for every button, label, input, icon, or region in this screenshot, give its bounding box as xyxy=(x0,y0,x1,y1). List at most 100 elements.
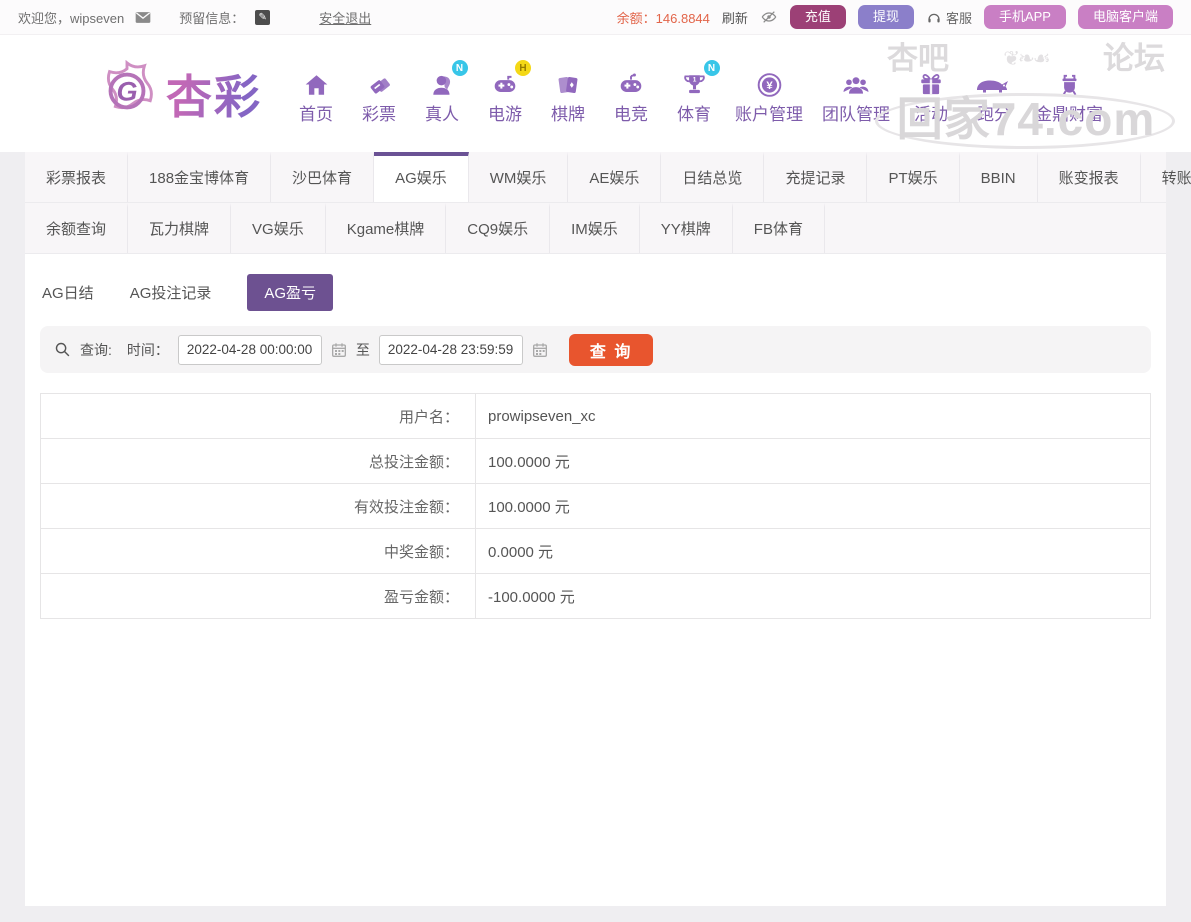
nav-item-彩票[interactable]: 彩票 xyxy=(357,62,401,125)
logo-text: 杏彩 xyxy=(166,61,262,127)
reserved-info-label: 预留信息： xyxy=(179,8,244,27)
nav-item-label: 电游 xyxy=(488,100,522,125)
end-time-input[interactable] xyxy=(379,335,523,365)
envelope-icon[interactable] xyxy=(135,11,151,24)
content-card: 彩票报表188金宝博体育沙巴体育AG娱乐WM娱乐AE娱乐日结总览充提记录PT娱乐… xyxy=(25,152,1166,906)
query-bar: 查询: 时间： 至 查 询 xyxy=(40,326,1151,373)
tab-PT娱乐[interactable]: PT娱乐 xyxy=(867,152,959,202)
tab-AE娱乐[interactable]: AE娱乐 xyxy=(568,152,661,202)
time-label: 时间： xyxy=(127,340,169,360)
nav-item-体育[interactable]: 1 N 体育 xyxy=(672,62,716,125)
nav-item-label: 棋牌 xyxy=(551,100,585,125)
nav-item-label: 首页 xyxy=(299,100,333,125)
table-row: 盈亏金额： -100.0000 元 xyxy=(41,574,1150,619)
table-row: 中奖金额： 0.0000 元 xyxy=(41,529,1150,574)
rhino-icon xyxy=(974,62,1014,98)
logout-link[interactable]: 安全退出 xyxy=(319,8,371,27)
nav-item-label: 活动 xyxy=(914,100,948,125)
row-value: 100.0000 元 xyxy=(476,439,570,483)
tab-AG娱乐[interactable]: AG娱乐 xyxy=(374,152,469,202)
nav-item-团队管理[interactable]: 团队管理 xyxy=(822,62,890,125)
cards-icon xyxy=(555,62,581,98)
top-bar-right: 余额：146.8844 刷新 充值 提现 客服 手机APP 电脑客户端 xyxy=(617,5,1173,29)
nav-item-首页[interactable]: 首页 xyxy=(294,62,338,125)
ding-cauldron-icon xyxy=(1056,62,1083,98)
nav-item-label: 体育 xyxy=(677,100,711,125)
refresh-link[interactable]: 刷新 xyxy=(722,8,748,27)
badge-N: N xyxy=(704,60,720,76)
nav-item-真人[interactable]: N 真人 xyxy=(420,62,464,125)
tab-彩票报表[interactable]: 彩票报表 xyxy=(25,152,128,202)
nav-item-棋牌[interactable]: 棋牌 xyxy=(546,62,590,125)
tab-WM娱乐[interactable]: WM娱乐 xyxy=(469,152,569,202)
recharge-button[interactable]: 充值 xyxy=(790,5,846,29)
query-button[interactable]: 查 询 xyxy=(569,334,653,366)
tab-BBIN[interactable]: BBIN xyxy=(960,152,1038,202)
search-icon xyxy=(54,341,71,358)
top-bar: 欢迎您，wipseven 预留信息： ✎ 安全退出 余额：146.8844 刷新… xyxy=(0,0,1191,35)
eye-slash-icon[interactable] xyxy=(760,9,778,25)
nav-item-电竞[interactable]: 电竞 xyxy=(609,62,653,125)
tab-瓦力棋牌[interactable]: 瓦力棋牌 xyxy=(128,203,231,253)
nav-item-电游[interactable]: H 电游 xyxy=(483,62,527,125)
tab-Kgame棋牌[interactable]: Kgame棋牌 xyxy=(326,203,447,253)
nav-item-账户管理[interactable]: ¥ 账户管理 xyxy=(735,62,803,125)
calendar-icon[interactable] xyxy=(331,342,347,358)
logo-flower-icon: G xyxy=(96,60,158,127)
nav-item-label: 账户管理 xyxy=(735,100,803,125)
customer-service-label: 客服 xyxy=(946,8,972,27)
nav-item-label: 金鼎财富 xyxy=(1035,100,1103,125)
subtab-AG盈亏[interactable]: AG盈亏 xyxy=(247,274,333,311)
mobile-app-button[interactable]: 手机APP xyxy=(984,5,1066,29)
tab-转账报表[interactable]: 转账报表 xyxy=(1141,152,1191,202)
to-label: 至 xyxy=(356,340,370,360)
subtab-AG日结[interactable]: AG日结 xyxy=(42,274,94,311)
badge-N: N xyxy=(452,60,468,76)
svg-text:G: G xyxy=(116,76,137,107)
site-logo[interactable]: G 杏彩 xyxy=(96,60,262,127)
tab-188金宝博体育[interactable]: 188金宝博体育 xyxy=(128,152,271,202)
trophy-icon: 1 N xyxy=(681,62,708,98)
edit-icon[interactable]: ✎ xyxy=(255,10,270,25)
subtab-AG投注记录[interactable]: AG投注记录 xyxy=(130,274,212,311)
tab-YY棋牌[interactable]: YY棋牌 xyxy=(640,203,733,253)
pc-client-button[interactable]: 电脑客户端 xyxy=(1078,5,1173,29)
ticket-icon xyxy=(366,62,393,98)
live-person-icon: N xyxy=(429,62,456,98)
esports-gamepad-icon xyxy=(617,62,645,98)
row-label: 用户名： xyxy=(41,394,476,438)
row-value: prowipseven_xc xyxy=(476,394,596,438)
customer-service-link[interactable]: 客服 xyxy=(926,8,972,27)
nav-item-金鼎财富[interactable]: 金鼎财富 xyxy=(1035,62,1103,125)
tab-VG娱乐[interactable]: VG娱乐 xyxy=(231,203,326,253)
row-label: 有效投注金额： xyxy=(41,484,476,528)
welcome-text: 欢迎您，wipseven xyxy=(18,8,124,27)
tab-日结总览[interactable]: 日结总览 xyxy=(661,152,764,202)
svg-text:1: 1 xyxy=(692,76,696,83)
query-label: 查询: xyxy=(80,340,112,360)
calendar-icon[interactable] xyxy=(532,342,548,358)
tab-账变报表[interactable]: 账变报表 xyxy=(1038,152,1141,202)
badge-H: H xyxy=(515,60,531,76)
row-value: -100.0000 元 xyxy=(476,574,575,618)
tab-余额查询[interactable]: 余额查询 xyxy=(25,203,128,253)
egame-gamepad-icon: H xyxy=(491,62,519,98)
home-icon xyxy=(303,62,330,98)
row-label: 盈亏金额： xyxy=(41,574,476,618)
tab-FB体育[interactable]: FB体育 xyxy=(733,203,825,253)
tab-沙巴体育[interactable]: 沙巴体育 xyxy=(271,152,374,202)
table-row: 总投注金额： 100.0000 元 xyxy=(41,439,1150,484)
nav-item-label: 彩票 xyxy=(362,100,396,125)
nav-item-label: 团队管理 xyxy=(822,100,890,125)
tab-CQ9娱乐[interactable]: CQ9娱乐 xyxy=(446,203,550,253)
tab-IM娱乐[interactable]: IM娱乐 xyxy=(550,203,640,253)
gift-icon xyxy=(918,62,944,98)
nav-item-label: 真人 xyxy=(425,100,459,125)
headphones-icon xyxy=(926,10,942,25)
tab-充提记录[interactable]: 充提记录 xyxy=(764,152,867,202)
nav-item-跑分[interactable]: 跑分 xyxy=(972,62,1016,125)
nav-item-活动[interactable]: 活动 xyxy=(909,62,953,125)
withdraw-button[interactable]: 提现 xyxy=(858,5,914,29)
table-row: 有效投注金额： 100.0000 元 xyxy=(41,484,1150,529)
start-time-input[interactable] xyxy=(178,335,322,365)
